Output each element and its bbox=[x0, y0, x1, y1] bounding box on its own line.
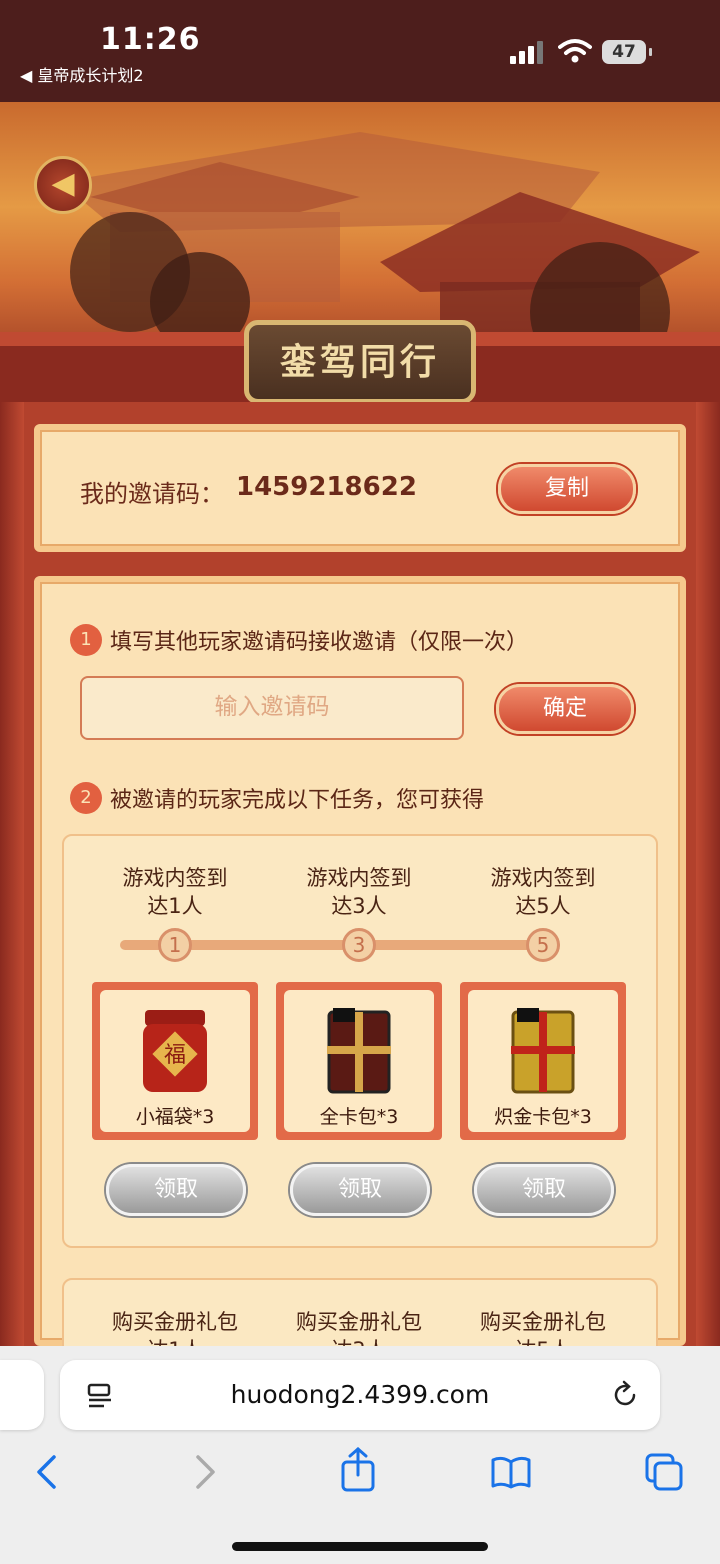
tier-label: 游戏内签到 达1人 bbox=[100, 864, 250, 920]
progress-node: 3 bbox=[342, 928, 376, 962]
wifi-icon bbox=[558, 39, 592, 63]
page-title: 銮驾同行 bbox=[244, 320, 476, 402]
tier-label-line1: 购买金册礼包 bbox=[480, 1310, 606, 1334]
tier-label-line1: 游戏内签到 bbox=[122, 866, 228, 890]
back-to-app-link[interactable]: ◀ 皇帝成长计划2 bbox=[20, 62, 144, 86]
copy-button[interactable]: 复制 bbox=[498, 464, 636, 514]
claim-button[interactable]: 领取 bbox=[474, 1164, 614, 1216]
cellular-signal-icon bbox=[510, 41, 543, 64]
share-icon[interactable] bbox=[338, 1446, 378, 1492]
invite-code-input[interactable]: 输入邀请码 bbox=[80, 676, 464, 740]
reward-card: 福 小福袋*3 bbox=[92, 982, 258, 1140]
home-indicator bbox=[232, 1542, 488, 1551]
step-1-text: 填写其他玩家邀请码接收邀请（仅限一次） bbox=[110, 630, 529, 655]
invite-code-label: 我的邀请码： bbox=[80, 480, 224, 508]
left-pillar bbox=[0, 402, 24, 1346]
reward-name: 小福袋*3 bbox=[135, 1106, 215, 1128]
tier-label-line1: 游戏内签到 bbox=[306, 866, 412, 890]
card-pack-icon bbox=[327, 1008, 391, 1094]
claim-button[interactable]: 领取 bbox=[106, 1164, 246, 1216]
claim-button[interactable]: 领取 bbox=[290, 1164, 430, 1216]
tier-label: 游戏内签到 达5人 bbox=[468, 864, 618, 920]
chevron-left-icon: ◀ bbox=[51, 166, 75, 201]
invite-code-value: 1459218622 bbox=[236, 472, 417, 502]
reload-icon[interactable] bbox=[610, 1380, 640, 1410]
back-button[interactable]: ◀ bbox=[34, 156, 92, 214]
reward-card: 炽金卡包*3 bbox=[460, 982, 626, 1140]
step-2-badge: 2 bbox=[70, 782, 102, 814]
tier-label-line2: 达3人 bbox=[331, 894, 387, 918]
bookmarks-icon[interactable] bbox=[490, 1454, 532, 1490]
progress-node: 1 bbox=[158, 928, 192, 962]
gold-card-pack-icon bbox=[511, 1008, 575, 1094]
tier-label-line2: 达1人 bbox=[147, 894, 203, 918]
lucky-bag-icon: 福 bbox=[143, 1010, 207, 1092]
svg-text:福: 福 bbox=[164, 1043, 186, 1068]
tier-label: 游戏内签到 达3人 bbox=[284, 864, 434, 920]
tier-label-line2: 达5人 bbox=[515, 894, 571, 918]
reward-name: 全卡包*3 bbox=[319, 1106, 399, 1128]
tier-label-line1: 购买金册礼包 bbox=[296, 1310, 422, 1334]
step-1-badge: 1 bbox=[70, 624, 102, 656]
step-2-text: 被邀请的玩家完成以下任务，您可获得 bbox=[110, 788, 485, 813]
right-pillar bbox=[696, 402, 720, 1346]
reward-name: 炽金卡包*3 bbox=[494, 1106, 592, 1128]
previous-tab-preview[interactable] bbox=[0, 1360, 44, 1430]
url-text: huodong2.4399.com bbox=[230, 1380, 490, 1409]
forward-nav-icon[interactable] bbox=[190, 1454, 220, 1490]
progress-node: 5 bbox=[526, 928, 560, 962]
tabs-icon[interactable] bbox=[644, 1452, 684, 1492]
tier-label-line1: 游戏内签到 bbox=[490, 866, 596, 890]
hero-banner: ◀ 銮驾同行 bbox=[0, 102, 720, 402]
tier-label-line1: 购买金册礼包 bbox=[112, 1310, 238, 1334]
status-time: 11:26 bbox=[100, 22, 201, 57]
back-nav-icon[interactable] bbox=[32, 1454, 62, 1490]
battery-indicator: 47 bbox=[602, 40, 652, 64]
confirm-button[interactable]: 确定 bbox=[496, 684, 634, 734]
reward-card: 全卡包*3 bbox=[276, 982, 442, 1140]
